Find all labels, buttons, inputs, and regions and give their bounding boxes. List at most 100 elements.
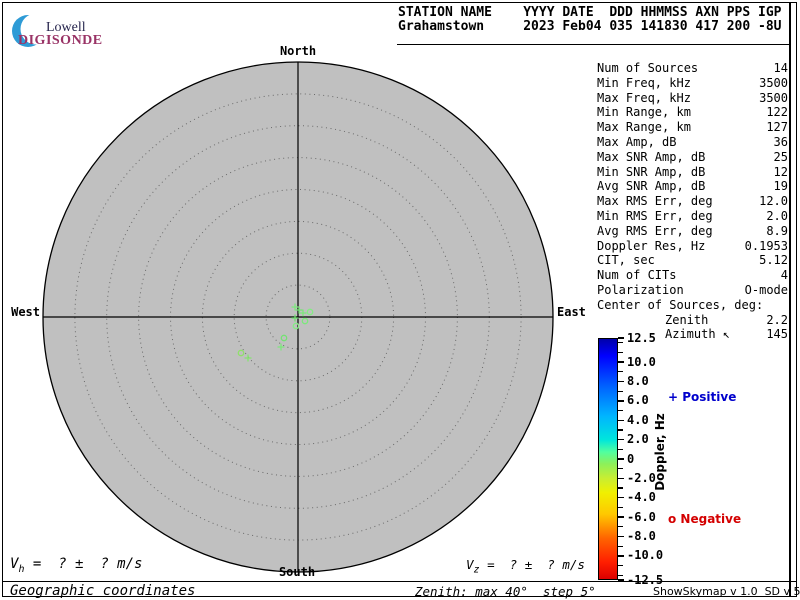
- colorbar-tick-label: 6.0: [627, 393, 649, 408]
- stat-value: 3500: [759, 75, 788, 90]
- colorbar-minor-tick: [618, 429, 623, 431]
- zenith-range-label: Zenith: max 40° step 5°: [415, 584, 596, 599]
- stat-label: Num of CITs: [597, 268, 677, 283]
- stat-label: Doppler Res, Hz: [597, 238, 706, 253]
- colorbar-minor-tick: [618, 526, 623, 528]
- colorbar-major-tick: [618, 477, 624, 480]
- stat-value: 12: [773, 164, 788, 179]
- colorbar-tick-label: -4.0: [627, 490, 656, 505]
- colorbar-minor-tick: [618, 506, 623, 508]
- stat-row: Max Range, km 127: [597, 120, 788, 135]
- stat-label: Min Range, km: [597, 105, 691, 120]
- compass-east-label: East: [557, 305, 586, 319]
- stat-value: 25: [773, 149, 788, 164]
- negative-doppler-legend: o Negative: [668, 512, 742, 526]
- software-version-label: ShowSkymap v 1.0 SD v 5.1: [653, 585, 800, 598]
- stat-value: 8.9: [766, 223, 788, 238]
- stat-value: 3500: [759, 90, 788, 105]
- colorbar-tick-label: 12.5: [627, 330, 656, 345]
- colorbar-minor-tick: [618, 574, 623, 576]
- stat-label: Zenith: [665, 312, 709, 327]
- colorbar-major-tick: [618, 579, 624, 581]
- stat-row: Num of CITs 4: [597, 268, 788, 283]
- stat-value: 14: [773, 61, 788, 75]
- colorbar-major-tick: [618, 458, 624, 460]
- stat-label: Avg SNR Amp, dB: [597, 179, 706, 194]
- stat-value: 36: [773, 134, 788, 149]
- stat-row: Min RMS Err, deg 2.0: [597, 209, 788, 224]
- colorbar-minor-tick: [618, 390, 623, 392]
- stat-value: 2.0: [766, 208, 788, 223]
- colorbar-title: Doppler, Hz: [653, 413, 667, 491]
- colorbar-major-tick: [618, 361, 624, 363]
- stat-row: CIT, sec 5.12: [597, 253, 788, 268]
- colorbar-minor-tick: [618, 410, 623, 412]
- stat-row: Min SNR Amp, dB 12: [597, 165, 788, 180]
- right-frame-line: [789, 2, 791, 596]
- logo-digisonde-text: DIGISONDE: [18, 33, 103, 48]
- colorbar-tick-label: 8.0: [627, 374, 649, 389]
- colorbar-major-tick: [618, 400, 624, 402]
- stat-value: O-mode: [744, 282, 788, 297]
- vz-velocity-readout: Vz = ? ± ? m/s: [466, 557, 585, 576]
- stat-value: 2.2: [766, 312, 788, 327]
- stat-value: 12.0: [759, 194, 788, 209]
- stat-row: Center of Sources, deg:: [597, 298, 788, 313]
- colorbar-tick-label: -6.0: [627, 509, 656, 524]
- header-separator-line: [397, 44, 790, 46]
- skymap-window: Lowell DIGISONDE STATION NAME YYYY DATE …: [0, 0, 800, 600]
- positive-doppler-legend: + Positive: [668, 390, 737, 404]
- vh-value: = ? ± ? m/s: [24, 556, 143, 572]
- doppler-colorbar: [598, 338, 618, 580]
- colorbar-tick-label: 4.0: [627, 412, 649, 427]
- stat-row: Min Freq, kHz 3500: [597, 76, 788, 91]
- stat-label: Max Amp, dB: [597, 134, 677, 149]
- colorbar-tick-label: -10.0: [627, 548, 664, 563]
- colorbar-major-tick: [618, 438, 624, 441]
- colorbar-minor-tick: [618, 545, 623, 547]
- stat-row: Doppler Res, Hz 0.1953: [597, 239, 788, 254]
- vh-velocity-readout: Vh = ? ± ? m/s: [10, 556, 142, 575]
- stat-label: Max Range, km: [597, 120, 691, 135]
- stat-row: Max RMS Err, deg 12.0: [597, 194, 788, 209]
- compass-west-label: West: [11, 305, 40, 319]
- stat-value: 145: [766, 327, 788, 342]
- compass-south-label: South: [278, 565, 316, 579]
- stat-value: 122: [766, 105, 788, 120]
- compass-north-label: North: [279, 44, 317, 58]
- colorbar-major-tick: [618, 419, 624, 422]
- colorbar-major-tick: [618, 516, 624, 518]
- stat-value: 127: [766, 120, 788, 135]
- colorbar-minor-tick: [618, 342, 623, 344]
- stat-label: Min Freq, kHz: [597, 75, 691, 90]
- stat-label: Max Freq, kHz: [597, 90, 691, 105]
- stat-label: Polarization: [597, 282, 684, 297]
- stat-label: Num of Sources: [597, 61, 699, 75]
- colorbar-tick-label: 0: [627, 451, 635, 466]
- footer-separator-line: [2, 581, 796, 583]
- stat-row: Avg SNR Amp, dB 19: [597, 179, 788, 194]
- stat-row: Max SNR Amp, dB 25: [597, 150, 788, 165]
- stat-label: Center of Sources, deg:: [597, 297, 764, 312]
- stat-row: Zenith 2.2: [597, 313, 788, 328]
- stat-value: 4: [780, 268, 788, 283]
- colorbar-minor-tick: [618, 487, 623, 489]
- colorbar-major-tick: [618, 337, 624, 339]
- stat-label: Min SNR Amp, dB: [597, 164, 706, 179]
- lowell-digisonde-logo: Lowell DIGISONDE: [8, 6, 238, 50]
- stat-value: 19: [773, 179, 788, 194]
- colorbar-major-tick: [618, 535, 624, 538]
- vz-value: = ? ± ? m/s: [479, 557, 585, 572]
- colorbar-tick-label: 10.0: [627, 354, 656, 369]
- colorbar-major-tick: [618, 496, 624, 499]
- stat-value: 0.1953: [744, 238, 788, 253]
- stat-value: 5.12: [759, 253, 788, 268]
- stat-row: Max Amp, dB 36: [597, 135, 788, 150]
- colorbar-major-tick: [618, 380, 624, 383]
- stat-label: Max SNR Amp, dB: [597, 149, 706, 164]
- colorbar-minor-tick: [618, 351, 623, 354]
- stat-label: Min RMS Err, deg: [597, 208, 713, 223]
- colorbar-minor-tick: [618, 468, 623, 470]
- stats-table: Num of Sources 14 Min Freq, kHz 3500 Max Fre…: [597, 61, 788, 342]
- stat-row: Max Freq, kHz 3500: [597, 91, 788, 106]
